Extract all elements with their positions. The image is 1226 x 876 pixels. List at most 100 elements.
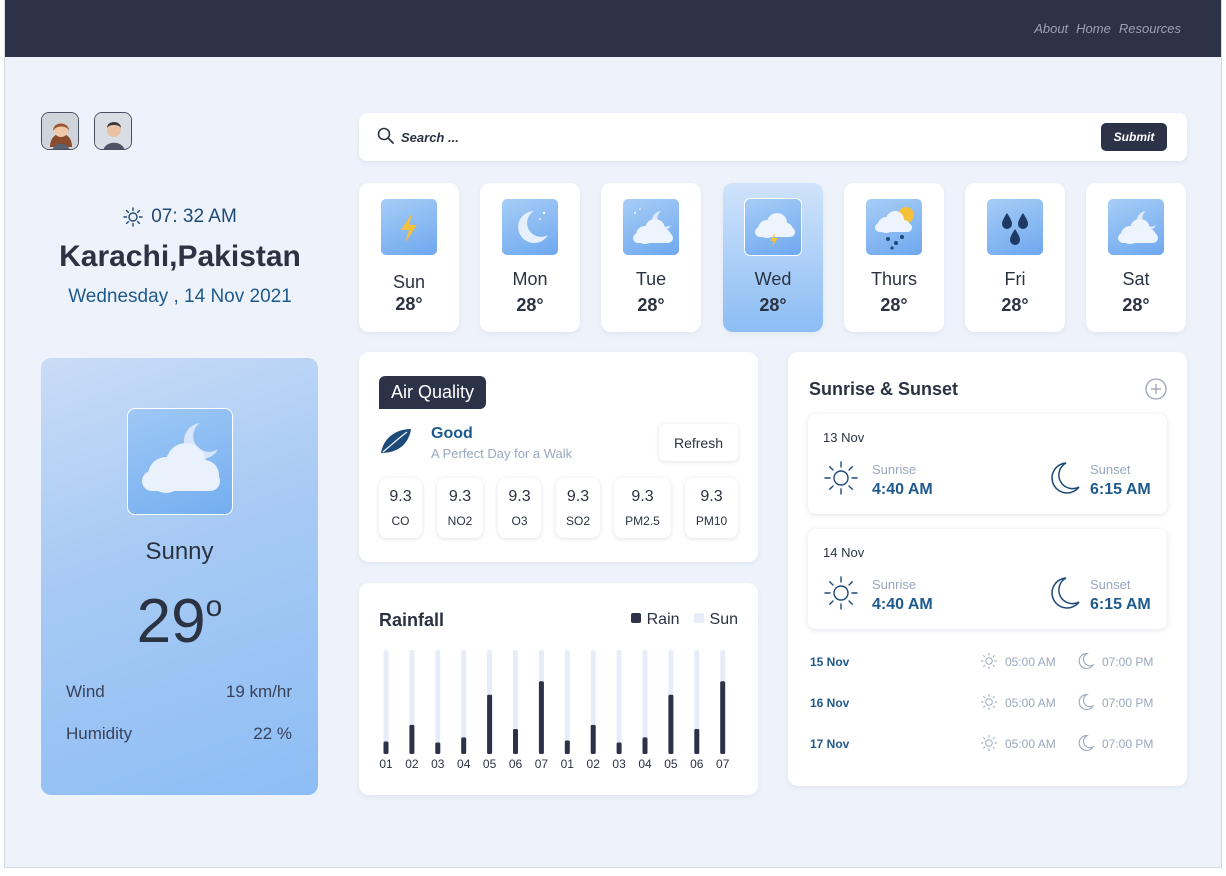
x-tick-label: 01 <box>379 757 393 771</box>
air-quality-description: A Perfect Day for a Walk <box>431 446 573 461</box>
nav-link-resources[interactable]: Resources <box>1119 21 1181 36</box>
forecast-day-sat[interactable]: Sat 28° <box>1086 183 1186 332</box>
x-tick-label: 07 <box>716 757 730 771</box>
pollutant-value: 9.3 <box>700 488 723 505</box>
wind-value: 19 km/hr <box>225 682 292 701</box>
cloud-lightning-icon <box>744 198 802 256</box>
air-quality-title: Air Quality <box>379 376 487 409</box>
nav-link-home[interactable]: Home <box>1076 21 1111 36</box>
leaf-icon <box>381 429 411 453</box>
rain-bar <box>409 724 415 754</box>
avatar-woman-icon <box>42 113 78 149</box>
sun-detail-date: 14 Nov <box>823 545 865 560</box>
sun-row-date: 16 Nov <box>810 696 850 710</box>
sunrise-label: Sunrise <box>872 462 917 477</box>
sun-row-sunset: 07:00 PM <box>1102 696 1154 710</box>
moon-cloud-icon <box>1107 198 1165 256</box>
refresh-button[interactable]: Refresh <box>659 424 738 461</box>
x-tick-label: 02 <box>405 757 419 771</box>
search-bar: Submit <box>359 113 1187 161</box>
rain-bar <box>487 694 493 754</box>
x-tick-label: 07 <box>535 757 549 771</box>
forecast-day-thurs[interactable]: Thurs 28° <box>844 183 944 332</box>
rain-bar <box>383 741 389 754</box>
rainfall-chart: 01 02 03 04 05 06 07 01 02 03 04 05 06 07 <box>379 650 730 771</box>
rain-bar <box>616 742 622 754</box>
forecast-day-temp: 28° <box>1001 295 1029 315</box>
x-tick-label: 04 <box>457 757 471 771</box>
user-avatars <box>41 112 132 150</box>
search-input[interactable] <box>401 125 1051 149</box>
rain-bar <box>435 742 441 754</box>
forecast-day-name: Tue <box>635 269 667 289</box>
forecast-day-tue[interactable]: Tue 28° <box>601 183 701 332</box>
rain-bar <box>564 740 570 754</box>
forecast-day-sun[interactable]: Sun 28° <box>359 183 459 332</box>
sun-compact-row: 16 Nov 05:00 AM 07:00 PM <box>810 693 1170 713</box>
sun-row-sunrise: 05:00 AM <box>1005 655 1056 669</box>
sun-row-sunset: 07:00 PM <box>1102 655 1154 669</box>
x-tick-label: 05 <box>483 757 497 771</box>
forecast-day-temp: 28° <box>759 295 787 315</box>
pollutant-value: 9.3 <box>448 488 472 505</box>
app-window: About Home Resources 07: 32 AM Karachi,P… <box>4 0 1222 868</box>
sunrise-sunset-title: Sunrise & Sunset <box>809 379 959 399</box>
rain-bar <box>590 724 596 754</box>
pollutant-value: 9.3 <box>631 488 654 505</box>
wind-stat: Wind 19 km/hr <box>66 682 292 702</box>
sunset-time: 6:15 AM <box>1090 596 1151 613</box>
x-tick-label: 02 <box>587 757 601 771</box>
x-tick-label: 03 <box>431 757 445 771</box>
sun-row-sunrise: 05:00 AM <box>1005 737 1056 751</box>
submit-button[interactable]: Submit <box>1101 123 1167 151</box>
rain-bar <box>513 729 518 754</box>
time-text: 07: 32 AM <box>151 206 237 227</box>
forecast-day-wed[interactable]: Wed 28° <box>723 183 823 332</box>
rain-bar <box>694 729 700 754</box>
current-temperature: 29o <box>136 587 223 656</box>
current-date: Wednesday , 14 Nov 2021 <box>68 286 292 307</box>
sun-bar <box>435 650 441 754</box>
sunrise-time: 4:40 AM <box>872 481 933 498</box>
pollutant-name: PM10 <box>695 514 728 528</box>
sun-bar <box>564 650 570 754</box>
pollutant-o3: 9.3 O3 <box>498 478 541 538</box>
moon-icon <box>1051 462 1080 494</box>
rain-bar <box>538 681 544 754</box>
moon-cloud-icon <box>622 198 680 256</box>
city-name: Karachi,Pakistan <box>59 240 301 273</box>
sun-bar <box>616 650 622 754</box>
forecast-day-name: Sun <box>392 272 426 292</box>
air-quality-card: Air Quality Good A Perfect Day for a Wal… <box>359 352 758 562</box>
search-icon <box>377 127 394 144</box>
pollutant-value: 9.3 <box>389 488 412 505</box>
moon-icon <box>1078 734 1094 751</box>
x-tick-label: 04 <box>638 757 652 771</box>
humidity-stat: Humidity 22 % <box>66 724 292 744</box>
humidity-label: Humidity <box>66 724 133 743</box>
forecast-day-mon[interactable]: Mon 28° <box>480 183 580 332</box>
air-quality-status: Good <box>431 425 473 442</box>
sunrise-icon <box>824 576 858 610</box>
rain-bar <box>720 681 726 754</box>
add-icon[interactable] <box>1145 378 1167 400</box>
sun-icon <box>123 207 143 227</box>
nav-link-about[interactable]: About <box>1034 21 1068 36</box>
avatar[interactable] <box>41 112 79 150</box>
sun-row-date: 17 Nov <box>810 737 850 751</box>
pollutant-name: O3 <box>511 514 528 528</box>
forecast-day-name: Fri <box>1004 269 1026 289</box>
x-tick-label: 06 <box>509 757 523 771</box>
top-navbar: About Home Resources <box>5 0 1221 57</box>
moon-icon <box>1078 652 1094 669</box>
forecast-day-temp: 28° <box>880 295 908 315</box>
avatar[interactable] <box>94 112 132 150</box>
forecast-day-temp: 28° <box>516 295 544 315</box>
pollutant-name: NO2 <box>447 514 473 528</box>
sun-row-sunrise: 05:00 AM <box>1005 696 1056 710</box>
nav-links: About Home Resources <box>1034 21 1181 36</box>
forecast-day-fri[interactable]: Fri 28° <box>965 183 1065 332</box>
local-time: 07: 32 AM <box>65 206 295 228</box>
sunrise-icon <box>824 461 858 495</box>
sun-row-date: 15 Nov <box>810 655 850 669</box>
